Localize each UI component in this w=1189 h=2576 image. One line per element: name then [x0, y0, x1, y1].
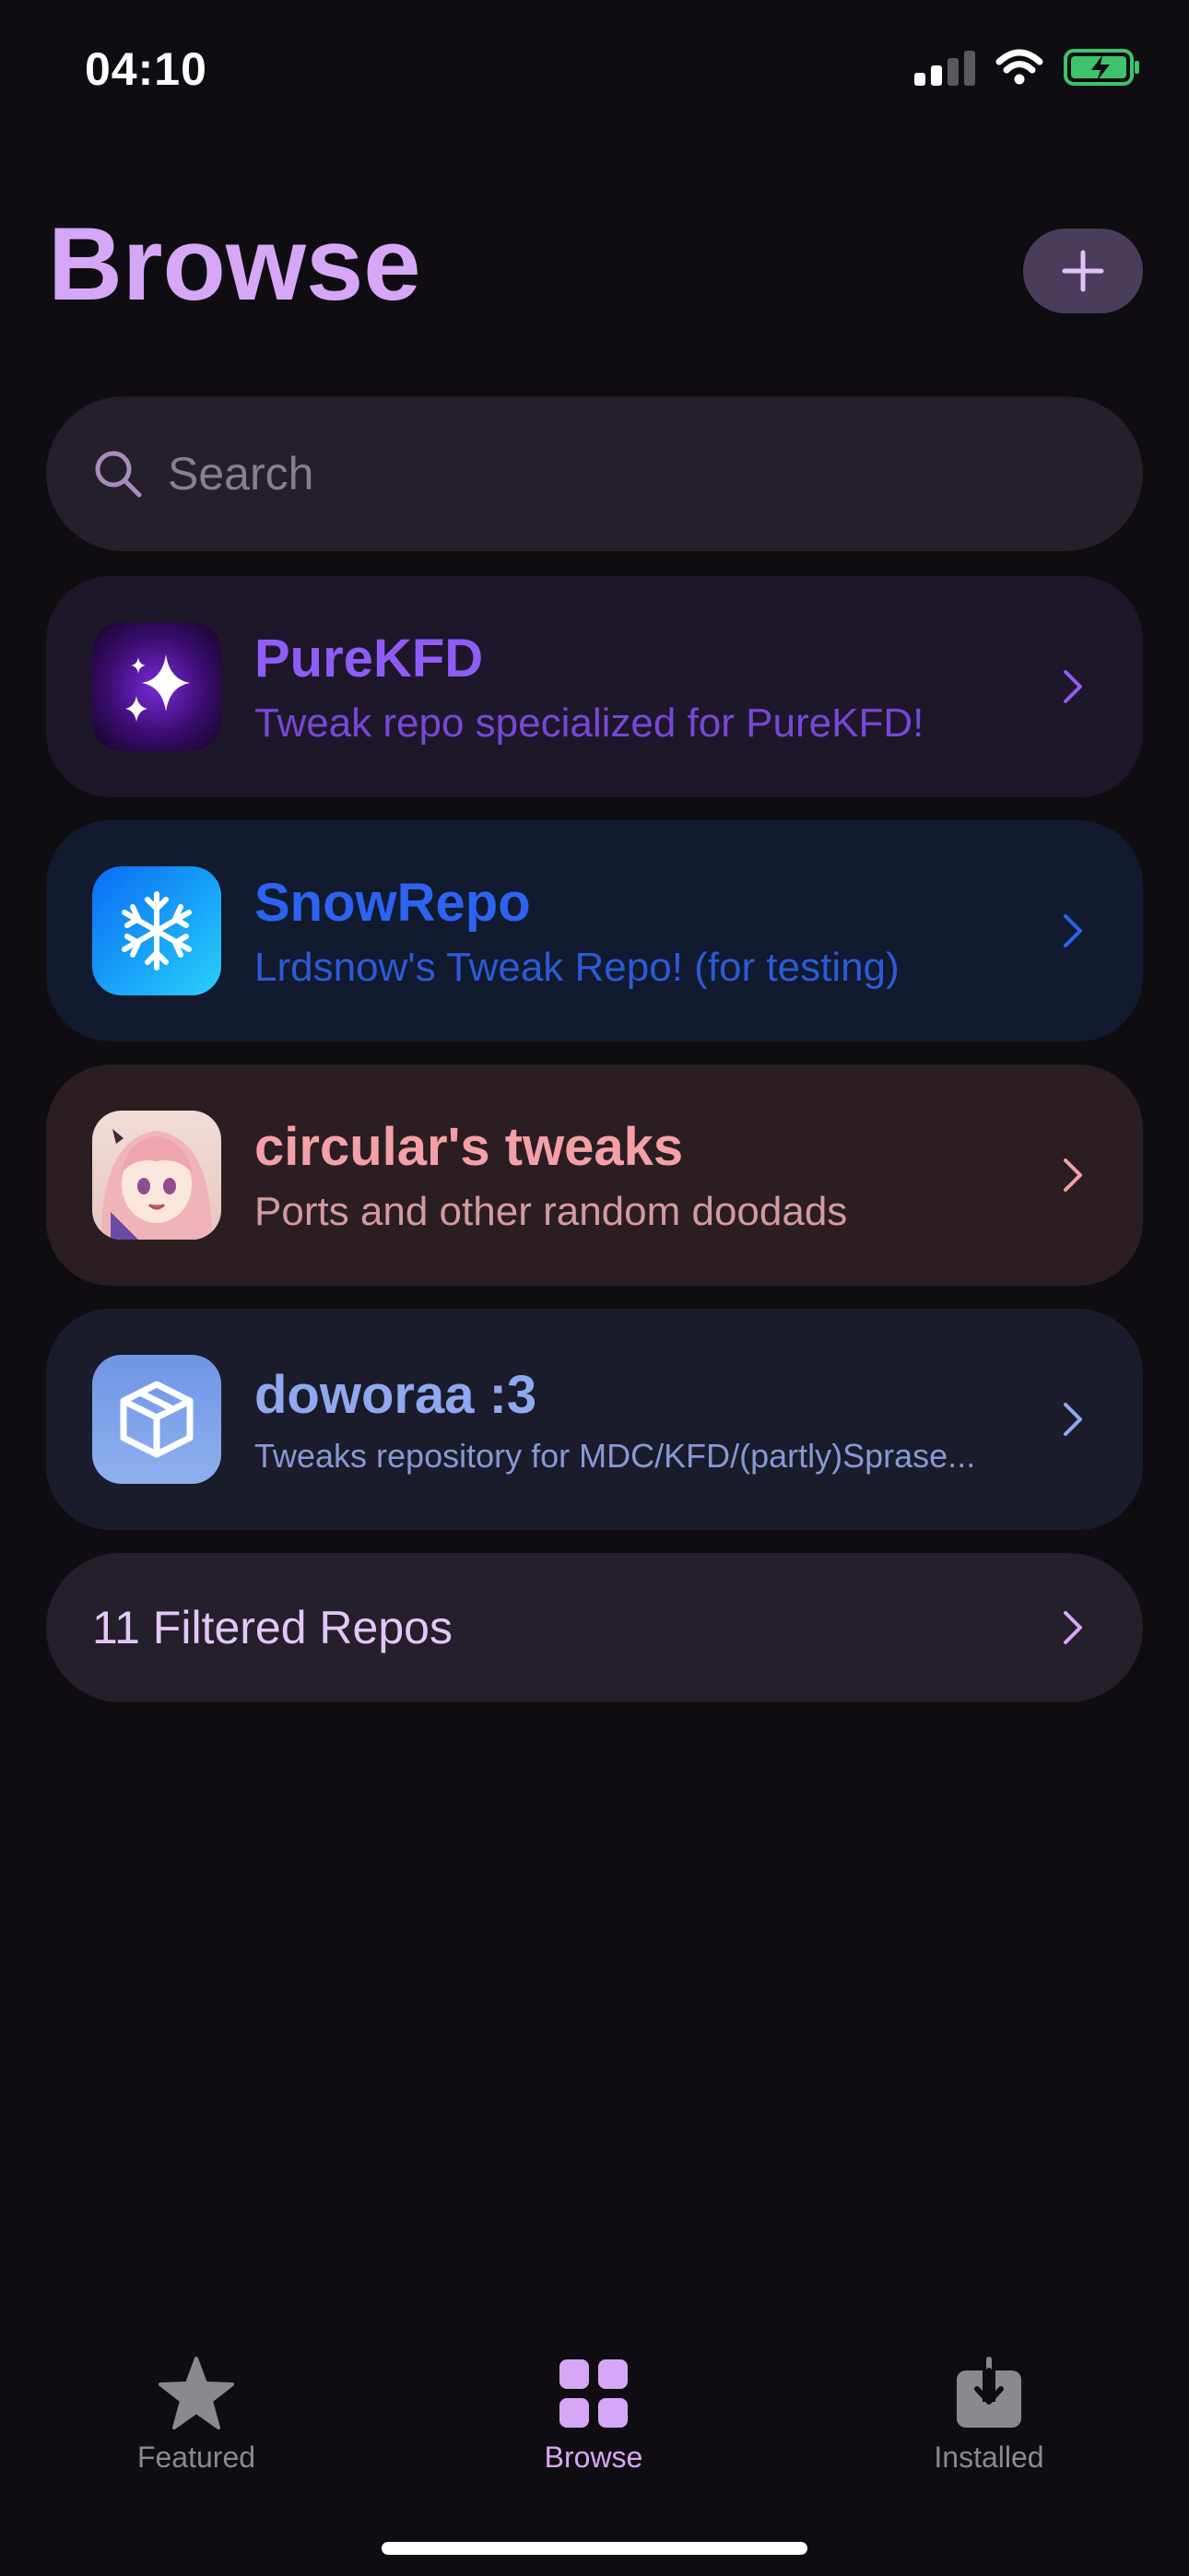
repo-name: doworaa :3 [254, 1364, 537, 1425]
chevron-right-icon [1064, 1403, 1082, 1436]
battery-charging-icon [1064, 49, 1139, 86]
chevron-right-icon [1064, 914, 1082, 947]
chevron-right-icon [1064, 1611, 1082, 1644]
filtered-repos-label: 11 Filtered Repos [92, 1602, 453, 1653]
repo-card-doworaa[interactable]: doworaa :3 Tweaks repository for MDC/KFD… [46, 1309, 1143, 1530]
repo-text: circular's tweaks Ports and other random… [254, 1116, 1054, 1235]
repo-name: SnowRepo [254, 872, 531, 933]
repo-name: PureKFD [254, 628, 484, 688]
plus-icon [1062, 250, 1104, 292]
download-tray-icon [957, 2357, 1021, 2428]
search-bar[interactable] [46, 396, 1143, 551]
repo-description: Tweak repo specialized for PureKFD! [254, 700, 924, 746]
tab-bar: Featured Browse Installed [0, 2323, 1189, 2576]
page-title: Browse [48, 206, 421, 322]
repo-card-purekfd[interactable]: PureKFD Tweak repo specialized for PureK… [46, 576, 1143, 797]
search-icon [95, 451, 142, 498]
search-input[interactable] [166, 446, 999, 501]
cellular-signal-icon [914, 49, 975, 86]
tab-label: Installed [934, 2441, 1044, 2474]
tab-installed[interactable]: Installed [869, 2356, 1109, 2475]
wifi-icon [995, 49, 1043, 85]
status-bar: 04:10 [0, 0, 1189, 138]
add-repo-button[interactable] [1023, 229, 1143, 313]
repo-description: Tweaks repository for MDC/KFD/(partly)Sp… [254, 1436, 976, 1475]
repo-name: circular's tweaks [254, 1116, 684, 1177]
chevron-right-icon [1064, 670, 1082, 703]
chevron-right-icon [1064, 1159, 1082, 1192]
anime-avatar-icon [92, 1111, 221, 1240]
status-icons [914, 48, 1141, 87]
status-time: 04:10 [85, 43, 207, 95]
home-indicator[interactable] [382, 2542, 807, 2555]
grid-icon [559, 2359, 628, 2428]
package-box-icon [92, 1355, 221, 1484]
tab-browse[interactable]: Browse [474, 2356, 713, 2475]
tab-label: Featured [136, 2441, 256, 2474]
tab-label: Browse [544, 2441, 643, 2474]
repo-card-circulars-tweaks[interactable]: circular's tweaks Ports and other random… [46, 1065, 1143, 1286]
repo-text: doworaa :3 Tweaks repository for MDC/KFD… [254, 1364, 1054, 1476]
repo-text: SnowRepo Lrdsnow's Tweak Repo! (for test… [254, 872, 1054, 991]
filtered-repos-row[interactable]: 11 Filtered Repos [46, 1553, 1143, 1702]
star-icon [159, 2357, 234, 2429]
tab-featured[interactable]: Featured [77, 2356, 316, 2475]
repo-description: Ports and other random doodads [254, 1188, 848, 1234]
snowflake-logo-icon [92, 866, 221, 995]
repo-card-snowrepo[interactable]: SnowRepo Lrdsnow's Tweak Repo! (for test… [46, 820, 1143, 1041]
repo-description: Lrdsnow's Tweak Repo! (for testing) [254, 944, 900, 990]
purekfd-logo-icon [92, 622, 221, 751]
repo-text: PureKFD Tweak repo specialized for PureK… [254, 628, 1054, 747]
